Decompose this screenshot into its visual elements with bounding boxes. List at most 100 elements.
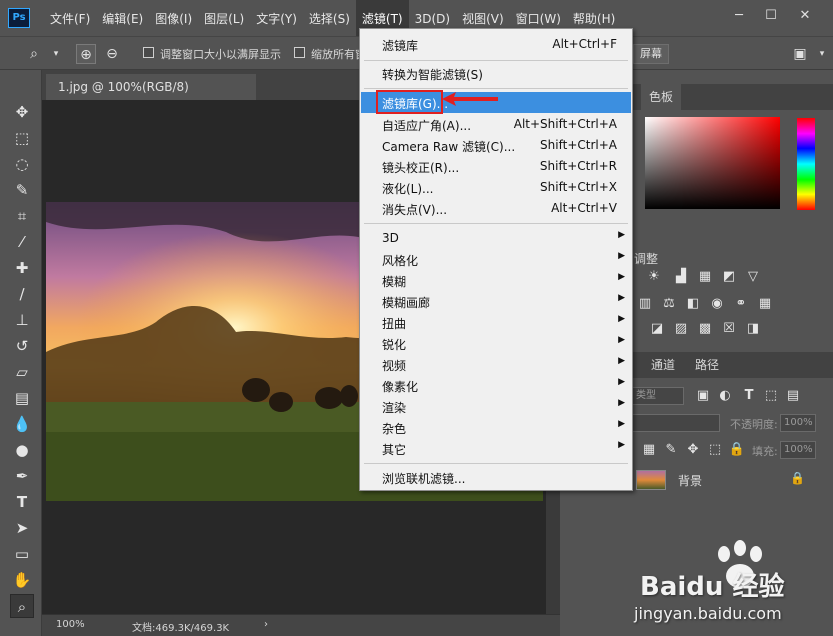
color-balance-icon[interactable]: ⚖ [660,295,678,313]
tab-paths[interactable]: 路径 [687,352,727,378]
menu-type[interactable]: 文字(Y) [250,0,303,36]
document-tab[interactable]: 1.jpg @ 100%(RGB/8) [46,74,256,100]
vibrance-icon[interactable]: ▽ [744,268,762,286]
filter-image-icon[interactable]: ▣ [694,387,712,405]
posterize-icon[interactable]: ▨ [672,320,690,338]
filter-adjustment-icon[interactable]: ◐ [716,387,734,405]
levels-icon[interactable]: ▟ [672,268,690,286]
brush-tool-icon[interactable]: ∕ [10,282,34,306]
opacity-input[interactable]: 100% [780,414,816,432]
filter-menu-item-blur[interactable]: 模糊 ▶ [361,270,631,291]
filter-menu-item-adaptive-wide-angle[interactable]: 自适应广角(A)... Alt+Shift+Ctrl+A [361,114,631,135]
tab-swatches[interactable]: 色板 [641,84,682,110]
zoom-level[interactable]: 100% [56,619,85,630]
filter-menu-item-camera-raw[interactable]: Camera Raw 滤镜(C)... Shift+Ctrl+A [361,135,631,156]
zoom-in-icon[interactable]: ⊕ [76,44,96,64]
zoom-all-checkbox[interactable] [294,47,305,58]
rectangle-tool-icon[interactable]: ▭ [10,542,34,566]
filter-menu-item-blur-gallery[interactable]: 模糊画廊 ▶ [361,291,631,312]
close-icon[interactable]: ✕ [792,6,818,26]
submenu-arrow-icon: ▶ [618,356,625,366]
threshold-icon[interactable]: ▩ [696,320,714,338]
eraser-tool-icon[interactable]: ▱ [10,360,34,384]
clone-stamp-tool-icon[interactable]: ⊥ [10,308,34,332]
zoom-out-icon[interactable]: ⊖ [102,44,122,64]
filter-menu-item-sharpen[interactable]: 锐化 ▶ [361,333,631,354]
path-select-tool-icon[interactable]: ➤ [10,516,34,540]
hue-saturation-icon[interactable]: ▥ [636,295,654,313]
workspace-chevron-icon[interactable]: ▾ [812,44,832,64]
filter-menu-item-pixelate[interactable]: 像素化 ▶ [361,375,631,396]
maximize-icon[interactable]: ☐ [758,6,784,26]
filter-menu-item-browse-online[interactable]: 浏览联机滤镜... [361,467,631,488]
status-menu-chevron-icon[interactable]: › [264,619,268,630]
filter-menu-item-distort[interactable]: 扭曲 ▶ [361,312,631,333]
marquee-tool-icon[interactable]: ⬚ [10,126,34,150]
menu-layer[interactable]: 图层(L) [198,0,250,36]
layers-panel-tabs: 通道 路径 [633,352,833,378]
filter-menu-item-render[interactable]: 渲染 ▶ [361,396,631,417]
gradient-map-icon[interactable]: ☒ [720,320,738,338]
quick-select-tool-icon[interactable]: ✎ [10,178,34,202]
tab-channels[interactable]: 通道 [643,352,683,378]
filter-menu-item-last-filter[interactable]: 滤镜库 Alt+Ctrl+F [361,34,631,55]
filter-menu-item-lens-correction[interactable]: 镜头校正(R)... Shift+Ctrl+R [361,156,631,177]
filter-menu-item-vanishing-point[interactable]: 消失点(V)... Alt+Ctrl+V [361,198,631,219]
menu-edit[interactable]: 编辑(E) [96,0,149,36]
filter-menu-item-3d[interactable]: 3D ▶ [361,228,631,249]
fill-input[interactable]: 100% [780,441,816,459]
hue-slider[interactable] [797,118,815,210]
lock-pixels-icon[interactable]: ▦ [640,441,658,459]
lock-artboard-icon[interactable]: ⬚ [706,441,724,459]
chevron-down-icon[interactable]: ▾ [46,44,66,64]
crop-tool-icon[interactable]: ⌗ [10,204,34,228]
filter-smart-object-icon[interactable]: ▤ [784,387,802,405]
channel-mixer-icon[interactable]: ⚭ [732,295,750,313]
lasso-tool-icon[interactable]: ◌ [10,152,34,176]
fill-screen-button[interactable]: 屏幕 [633,44,669,64]
layer-row[interactable]: 背景 🔒 [630,467,826,493]
zoom-all-label: 缩放所有窗 [311,48,366,61]
hand-tool-icon[interactable]: ✋ [10,568,34,592]
healing-brush-tool-icon[interactable]: ✚ [10,256,34,280]
annotation-arrow-icon [442,92,498,106]
filter-menu-item-liquify[interactable]: 液化(L)... Shift+Ctrl+X [361,177,631,198]
brightness-icon[interactable]: ☀ [645,268,663,286]
color-lookup-icon[interactable]: ▦ [756,295,774,313]
move-tool-icon[interactable]: ✥ [10,100,34,124]
filter-menu-item-other[interactable]: 其它 ▶ [361,438,631,459]
type-tool-icon[interactable]: T [10,490,34,514]
filter-menu-item-stylize[interactable]: 风格化 ▶ [361,249,631,270]
lock-position-icon[interactable]: ✥ [684,441,702,459]
workspace-icon[interactable]: ▣ [790,44,810,64]
minimize-icon[interactable]: ─ [726,6,752,26]
selective-color-icon[interactable]: ◨ [744,320,762,338]
zoom-tool-icon[interactable]: ⌕ [10,594,34,618]
blend-mode-select[interactable] [632,414,720,432]
black-white-icon[interactable]: ◧ [684,295,702,313]
color-picker-field[interactable] [645,117,780,209]
dodge-tool-icon[interactable]: ● [10,438,34,462]
menu-file[interactable]: 文件(F) [44,0,96,36]
menu-select[interactable]: 选择(S) [303,0,356,36]
invert-icon[interactable]: ◪ [648,320,666,338]
filter-type-icon[interactable]: T [740,387,758,405]
photo-filter-icon[interactable]: ◉ [708,295,726,313]
curves-icon[interactable]: ▦ [696,268,714,286]
lock-paint-icon[interactable]: ✎ [662,441,680,459]
history-brush-tool-icon[interactable]: ↺ [10,334,34,358]
lock-all-icon[interactable]: 🔒 [728,441,746,459]
exposure-icon[interactable]: ◩ [720,268,738,286]
resize-windows-checkbox[interactable] [143,47,154,58]
eyedropper-tool-icon[interactable]: ⁄ [10,230,34,254]
filter-menu-item-noise[interactable]: 杂色 ▶ [361,417,631,438]
layer-kind-filter[interactable]: 类型 [632,387,684,405]
blur-tool-icon[interactable]: 💧 [10,412,34,436]
menu-image[interactable]: 图像(I) [149,0,198,36]
gradient-tool-icon[interactable]: ▤ [10,386,34,410]
filter-shape-icon[interactable]: ⬚ [762,387,780,405]
pen-tool-icon[interactable]: ✒ [10,464,34,488]
filter-menu-item-video[interactable]: 视频 ▶ [361,354,631,375]
filter-menu-item-smart-filter[interactable]: 转换为智能滤镜(S) [361,63,631,84]
zoom-tool-preset-icon[interactable]: ⌕ [24,44,44,64]
